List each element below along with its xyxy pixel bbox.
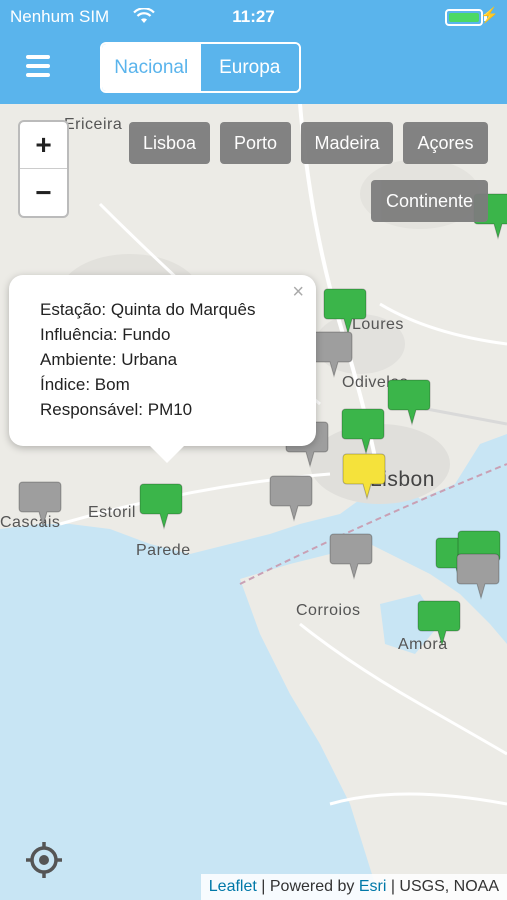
region-button-madeira[interactable]: Madeira [301, 122, 393, 164]
region-button-acores[interactable]: Açores [403, 122, 488, 164]
station-marker[interactable] [268, 474, 314, 522]
attribution-sources: | USGS, NOAA [386, 878, 499, 895]
popup-index: Índice: Bom [40, 375, 130, 394]
region-button-porto[interactable]: Porto [220, 122, 291, 164]
leaflet-link[interactable]: Leaflet [209, 878, 257, 895]
region-button-continente[interactable]: Continente [371, 180, 488, 222]
station-marker[interactable] [138, 482, 184, 530]
tab-europa[interactable]: Europa [200, 44, 299, 91]
station-marker[interactable] [322, 287, 368, 335]
battery-icon [445, 9, 483, 26]
place-parede: Parede [136, 542, 191, 559]
charging-icon: ⚡ [480, 7, 499, 24]
popup-station: Estação: Quinta do Marquês [40, 300, 256, 319]
zoom-control: + − [18, 120, 69, 218]
region-button-lisboa[interactable]: Lisboa [129, 122, 210, 164]
popup-environment: Ambiente: Urbana [40, 350, 178, 369]
map-view[interactable]: Ericeira Loures Odivelas Lisbon Estoril … [0, 104, 507, 900]
status-bar: Nenhum SIM 11:27 ⚡ [0, 0, 507, 34]
place-estoril: Estoril [88, 504, 136, 521]
station-marker[interactable] [386, 378, 432, 426]
station-marker[interactable] [455, 552, 501, 600]
popup-influence: Influência: Fundo [40, 325, 171, 344]
map-attribution: Leaflet | Powered by Esri | USGS, NOAA [200, 874, 507, 900]
station-marker[interactable] [416, 599, 462, 647]
zoom-in-button[interactable]: + [20, 122, 67, 169]
esri-link[interactable]: Esri [359, 878, 387, 895]
place-corroios: Corroios [296, 602, 361, 619]
station-marker[interactable] [17, 480, 63, 528]
place-ericeira: Ericeira [64, 116, 123, 133]
popup-responsible: Responsável: PM10 [40, 400, 193, 419]
clock: 11:27 [232, 7, 275, 26]
tab-nacional[interactable]: Nacional [102, 44, 201, 91]
station-marker[interactable] [328, 532, 374, 580]
station-popup: × Estação: Quinta do Marquês Influência:… [9, 275, 316, 463]
scope-segmented-control: Nacional Europa [100, 42, 301, 93]
map-base [0, 104, 507, 900]
attribution-powered: | Powered by [256, 878, 359, 895]
station-marker[interactable] [341, 452, 387, 500]
popup-tip [149, 445, 185, 463]
close-icon[interactable]: × [292, 281, 304, 304]
top-bar: Nenhum SIM 11:27 ⚡ Nacional Europa [0, 0, 507, 104]
station-marker[interactable] [340, 407, 386, 455]
menu-button[interactable] [26, 55, 50, 77]
locate-me-icon[interactable] [24, 840, 64, 880]
zoom-out-button[interactable]: − [20, 169, 67, 216]
